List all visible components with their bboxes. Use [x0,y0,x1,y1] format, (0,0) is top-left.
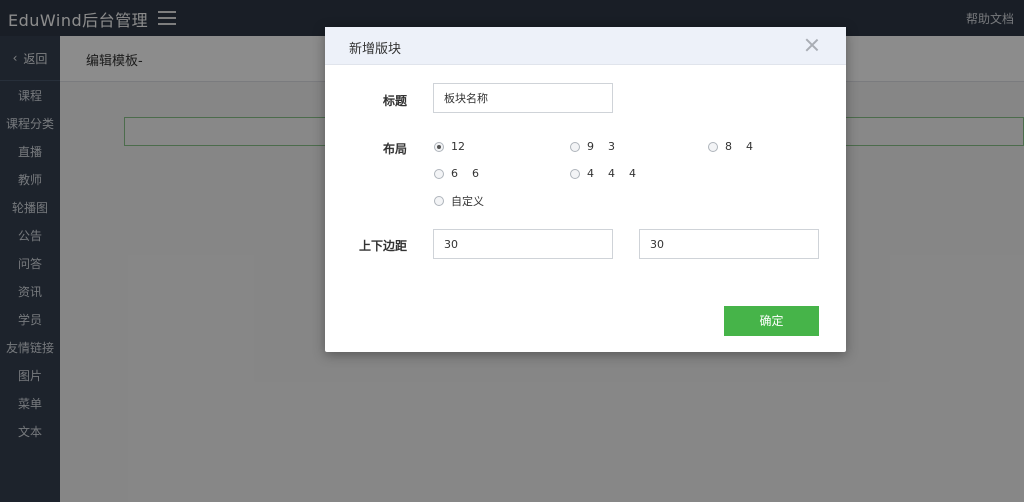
confirm-button[interactable]: 确定 [724,306,819,336]
layout-option-custom[interactable]: 自定义 [434,193,484,209]
margin-bottom-input[interactable] [639,229,819,259]
title-input[interactable] [433,83,613,113]
layout-option-6-6[interactable]: 6 6 [434,167,479,180]
modal-header: 新增版块 [325,27,846,65]
radio-checked-icon [434,141,444,152]
margin-top-input[interactable] [433,229,613,259]
layout-option-8-4[interactable]: 8 4 [708,140,753,153]
layout-option-4-4-4[interactable]: 4 4 4 [570,167,636,180]
layout-option-9-3[interactable]: 9 3 [570,140,615,153]
radio-icon [570,168,580,179]
add-block-modal: 新增版块 标题 布局 12 9 3 8 4 6 6 4 4 4 自定义 上下边距… [325,27,846,352]
radio-icon [570,141,580,152]
margin-label: 上下边距 [358,239,407,253]
title-label: 标题 [382,94,407,108]
radio-icon [708,141,718,152]
layout-label: 布局 [382,142,407,156]
close-icon[interactable] [804,37,820,53]
layout-option-12[interactable]: 12 [434,140,465,153]
radio-icon [434,168,444,179]
modal-title: 新增版块 [349,42,402,57]
radio-icon [434,196,444,206]
